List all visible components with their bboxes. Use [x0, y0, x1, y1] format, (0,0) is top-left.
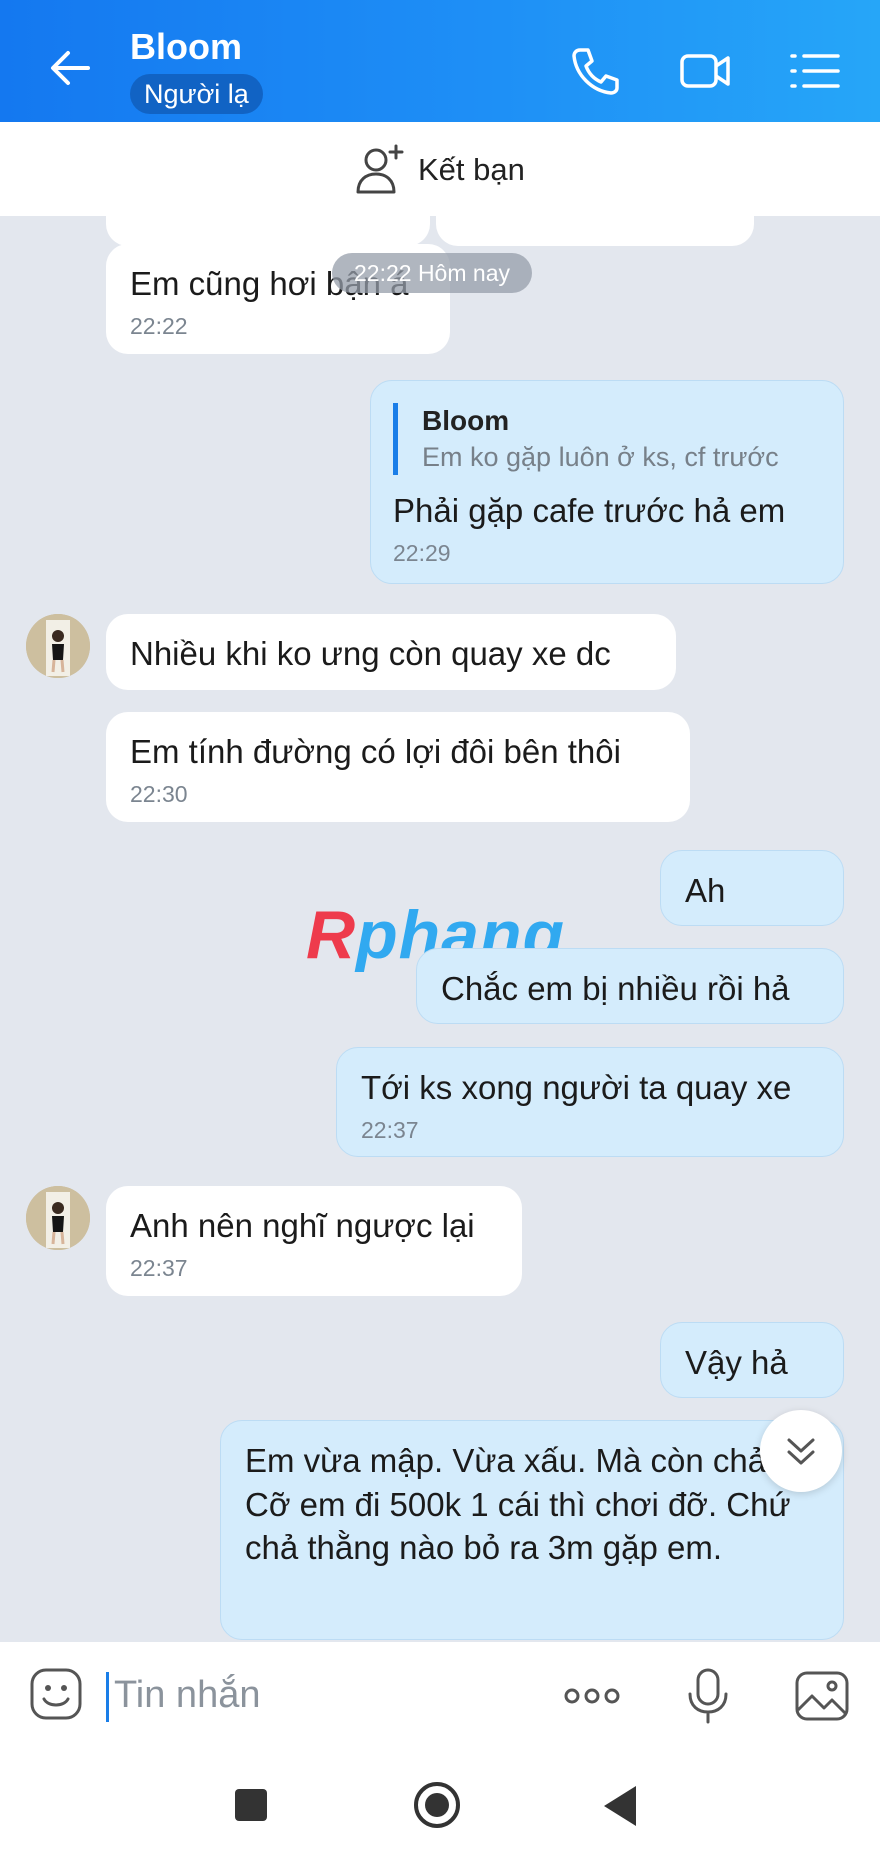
video-call-icon[interactable] — [676, 42, 734, 100]
quoted-message[interactable]: Bloom Em ko gặp luôn ở ks, cf trước — [393, 403, 821, 475]
message-bubble-outgoing[interactable]: Chắc em bị nhiều rồi hả — [416, 948, 844, 1024]
message-bubble-partial — [106, 216, 430, 246]
double-chevron-down-icon — [787, 1438, 815, 1465]
back-triangle-icon[interactable] — [600, 1784, 640, 1828]
message-bubble-outgoing[interactable]: Ah — [660, 850, 844, 926]
stranger-badge: Người lạ — [130, 74, 263, 114]
message-time: 22:22 — [130, 313, 188, 339]
contact-avatar[interactable] — [26, 1186, 90, 1250]
microphone-icon[interactable] — [686, 1668, 730, 1724]
date-separator: 22:22 Hôm nay — [332, 253, 532, 293]
system-navigation-bar — [0, 1754, 880, 1859]
chat-header: Bloom Người lạ — [0, 0, 880, 122]
message-text: Ah — [685, 872, 726, 909]
add-friend-label: Kết bạn — [418, 152, 525, 187]
add-person-icon — [356, 144, 404, 194]
message-bubble-incoming[interactable]: Nhiều khi ko ưng còn quay xe dc — [106, 614, 676, 690]
message-bubble-incoming[interactable]: Em tính đường có lợi đôi bên thôi 22:30 — [106, 712, 690, 822]
message-text: Chắc em bị nhiều rồi hả — [441, 970, 790, 1007]
message-text: Phải gặp cafe trước hả em — [393, 492, 786, 529]
message-bubble-outgoing[interactable]: Vậy hả — [660, 1322, 844, 1398]
avatar-photo — [26, 1186, 90, 1250]
contact-avatar[interactable] — [26, 614, 90, 678]
text-cursor — [106, 1672, 109, 1722]
add-friend-bar[interactable]: Kết bạn — [0, 122, 880, 216]
message-bubble-outgoing[interactable]: Tới ks xong người ta quay xe 22:37 — [336, 1047, 844, 1157]
avatar-photo — [26, 614, 90, 678]
message-text: Em vừa mập. Vừa xấu. Mà còn chảnh. Cỡ em… — [245, 1442, 812, 1566]
message-text: Vậy hả — [685, 1344, 788, 1381]
recent-apps-icon[interactable] — [234, 1788, 268, 1822]
message-bubble-outgoing[interactable]: Bloom Em ko gặp luôn ở ks, cf trước Phải… — [370, 380, 844, 584]
image-gallery-icon[interactable] — [794, 1668, 850, 1724]
message-text: Tới ks xong người ta quay xe — [361, 1069, 792, 1106]
message-time: 22:29 — [393, 540, 451, 566]
back-arrow-icon[interactable] — [44, 40, 100, 96]
message-text: Nhiều khi ko ưng còn quay xe dc — [130, 635, 611, 672]
message-bubble-partial — [436, 216, 754, 246]
message-text: Em tính đường có lợi đôi bên thôi — [130, 733, 621, 770]
message-list[interactable]: Em cũng hơi bận á 22:22 22:22 Hôm nay Bl… — [0, 216, 880, 1642]
message-time: 22:37 — [130, 1255, 188, 1281]
home-icon[interactable] — [412, 1780, 462, 1830]
quoted-author: Bloom — [422, 405, 510, 436]
menu-list-icon[interactable] — [786, 42, 844, 100]
more-options-icon[interactable] — [560, 1668, 624, 1724]
message-input[interactable]: Tin nhắn — [114, 1674, 260, 1717]
sticker-emoji-icon[interactable] — [28, 1666, 84, 1722]
contact-name[interactable]: Bloom — [130, 26, 242, 68]
message-time: 22:30 — [130, 781, 188, 807]
message-time: 22:37 — [361, 1117, 419, 1143]
quoted-text: Em ko gặp luôn ở ks, cf trước — [422, 442, 779, 472]
scroll-to-bottom-button[interactable] — [760, 1410, 842, 1492]
message-text: Anh nên nghĩ ngược lại — [130, 1207, 475, 1244]
message-bubble-outgoing[interactable]: Em vừa mập. Vừa xấu. Mà còn chảnh. Cỡ em… — [220, 1420, 844, 1640]
phone-icon[interactable] — [566, 42, 624, 100]
message-bubble-incoming[interactable]: Anh nên nghĩ ngược lại 22:37 — [106, 1186, 522, 1296]
message-input-bar: Tin nhắn — [0, 1642, 880, 1754]
